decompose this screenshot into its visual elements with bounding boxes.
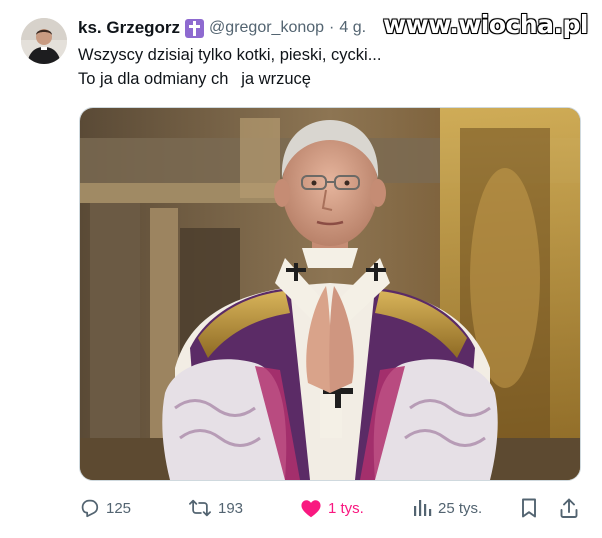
like-count: 1 tys. — [328, 499, 364, 517]
retweet-count: 193 — [218, 499, 244, 517]
separator-dot: · — [329, 19, 335, 36]
retweet-button[interactable]: 193 — [188, 495, 243, 521]
reply-count: 125 — [106, 499, 132, 517]
reply-icon — [81, 499, 99, 518]
user-handle[interactable]: @gregor_konop — [209, 19, 324, 37]
timestamp[interactable]: 4 g. — [339, 19, 366, 37]
avatar[interactable] — [21, 18, 67, 64]
share-icon — [560, 498, 578, 518]
tweet[interactable]: ks. Grzegorz @gregor_konop · 4 g. www.wi… — [0, 0, 602, 538]
retweet-icon — [189, 499, 211, 517]
watermark: www.wiocha.pl — [383, 10, 588, 39]
tweet-photo[interactable] — [79, 107, 581, 481]
heart-icon — [301, 500, 321, 518]
tweet-text-line-1: Wszyscy dzisiaj tylko kotki, pieski, cyc… — [78, 46, 382, 64]
views-icon — [414, 500, 432, 516]
views-button[interactable]: 25 tys. — [412, 495, 482, 521]
tweet-header: ks. Grzegorz @gregor_konop · 4 g. — [78, 16, 366, 40]
reply-button[interactable]: 125 — [78, 495, 131, 521]
views-count: 25 tys. — [438, 499, 483, 517]
action-bar: 125 193 1 tys. 25 tys. — [78, 495, 580, 521]
bookmark-button[interactable] — [519, 495, 539, 521]
display-name[interactable]: ks. Grzegorz — [78, 18, 180, 38]
tweet-text: Wszyscy dzisiaj tylko kotki, pieski, cyc… — [78, 43, 381, 91]
tweet-text-line-2: To ja dla odmiany ch ja wrzucę — [78, 70, 311, 88]
cross-icon — [185, 18, 205, 38]
like-button[interactable]: 1 tys. — [300, 495, 364, 521]
share-button[interactable] — [559, 495, 579, 521]
bookmark-icon — [522, 498, 536, 518]
